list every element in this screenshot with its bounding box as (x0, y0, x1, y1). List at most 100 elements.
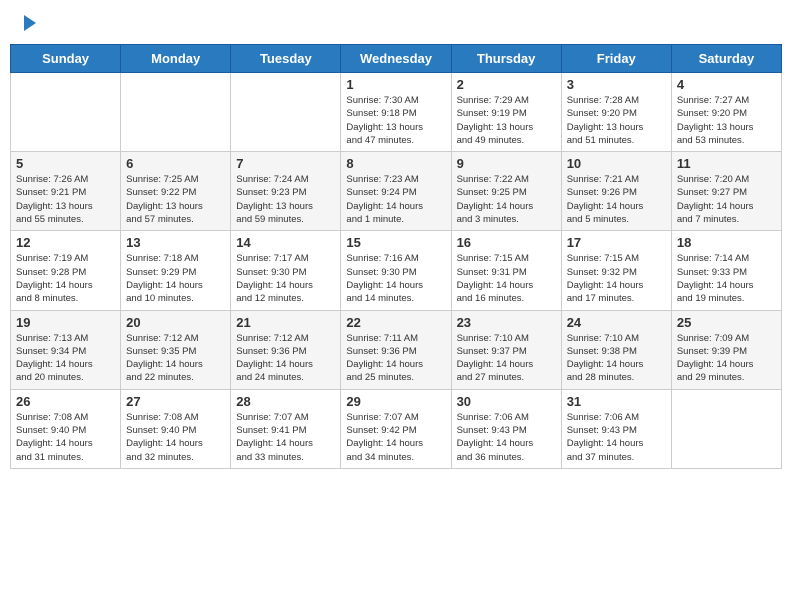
calendar-cell: 15Sunrise: 7:16 AM Sunset: 9:30 PM Dayli… (341, 231, 451, 310)
calendar-cell: 28 Sunrise: 7:07 AM Sunset: 9:41 PM Dayli… (231, 389, 341, 468)
weekday-header-thursday: Thursday (451, 45, 561, 73)
day-number: 27 (126, 394, 225, 409)
day-info: Sunrise: 7:24 AM Sunset: 9:23 PM Dayligh… (236, 173, 335, 226)
calendar-cell: 19 Sunrise: 7:13 AM Sunset: 9:34 PM Dayli… (11, 310, 121, 389)
day-info: Sunrise: 7:07 AM Sunset: 9:42 PM Dayligh… (346, 411, 445, 464)
day-number: 8 (346, 156, 445, 171)
day-number: 16 (457, 235, 556, 250)
calendar-cell: 21 Sunrise: 7:12 AM Sunset: 9:36 PM Dayli… (231, 310, 341, 389)
calendar-cell: 30Sunrise: 7:06 AM Sunset: 9:43 PM Dayli… (451, 389, 561, 468)
calendar-cell: 9Sunrise: 7:22 AM Sunset: 9:25 PM Daylig… (451, 152, 561, 231)
weekday-header-tuesday: Tuesday (231, 45, 341, 73)
calendar-cell: 14 Sunrise: 7:17 AM Sunset: 9:30 PM Dayli… (231, 231, 341, 310)
calendar-cell: 3 Sunrise: 7:28 AM Sunset: 9:20 PM Daylig… (561, 73, 671, 152)
calendar-cell (11, 73, 121, 152)
day-info: Sunrise: 7:11 AM Sunset: 9:36 PM Dayligh… (346, 332, 445, 385)
day-number: 25 (677, 315, 776, 330)
day-number: 7 (236, 156, 335, 171)
calendar-week-row: 19 Sunrise: 7:13 AM Sunset: 9:34 PM Dayli… (11, 310, 782, 389)
calendar-cell: 13 Sunrise: 7:18 AM Sunset: 9:29 PM Dayli… (121, 231, 231, 310)
day-number: 20 (126, 315, 225, 330)
day-number: 1 (346, 77, 445, 92)
calendar-cell: 5 Sunrise: 7:26 AM Sunset: 9:21 PM Daylig… (11, 152, 121, 231)
calendar-cell: 17 Sunrise: 7:15 AM Sunset: 9:32 PM Dayli… (561, 231, 671, 310)
day-number: 6 (126, 156, 225, 171)
calendar-cell: 1 Sunrise: 7:30 AM Sunset: 9:18 PM Daylig… (341, 73, 451, 152)
day-info: Sunrise: 7:10 AM Sunset: 9:38 PM Dayligh… (567, 332, 666, 385)
day-info: Sunrise: 7:15 AM Sunset: 9:32 PM Dayligh… (567, 252, 666, 305)
day-info: Sunrise: 7:22 AM Sunset: 9:25 PM Dayligh… (457, 173, 556, 226)
day-number: 18 (677, 235, 776, 250)
day-number: 4 (677, 77, 776, 92)
day-info: Sunrise: 7:21 AM Sunset: 9:26 PM Dayligh… (567, 173, 666, 226)
calendar-cell (121, 73, 231, 152)
day-info: Sunrise: 7:08 AM Sunset: 9:40 PM Dayligh… (16, 411, 115, 464)
calendar-cell: 18 Sunrise: 7:14 AM Sunset: 9:33 PM Dayli… (671, 231, 781, 310)
calendar-cell: 10 Sunrise: 7:21 AM Sunset: 9:26 PM Dayli… (561, 152, 671, 231)
day-info: Sunrise: 7:30 AM Sunset: 9:18 PM Dayligh… (346, 94, 445, 147)
day-number: 19 (16, 315, 115, 330)
logo-arrow-icon (24, 15, 36, 31)
day-number: 23 (457, 315, 556, 330)
day-info: Sunrise: 7:14 AM Sunset: 9:33 PM Dayligh… (677, 252, 776, 305)
logo (20, 15, 36, 31)
day-number: 13 (126, 235, 225, 250)
day-info: Sunrise: 7:26 AM Sunset: 9:21 PM Dayligh… (16, 173, 115, 226)
day-info: Sunrise: 7:08 AM Sunset: 9:40 PM Dayligh… (126, 411, 225, 464)
day-info: Sunrise: 7:20 AM Sunset: 9:27 PM Dayligh… (677, 173, 776, 226)
calendar-week-row: 5 Sunrise: 7:26 AM Sunset: 9:21 PM Daylig… (11, 152, 782, 231)
calendar-cell (671, 389, 781, 468)
calendar-cell: 27 Sunrise: 7:08 AM Sunset: 9:40 PM Dayli… (121, 389, 231, 468)
calendar-cell: 4 Sunrise: 7:27 AM Sunset: 9:20 PM Daylig… (671, 73, 781, 152)
calendar-cell: 12Sunrise: 7:19 AM Sunset: 9:28 PM Dayli… (11, 231, 121, 310)
day-info: Sunrise: 7:15 AM Sunset: 9:31 PM Dayligh… (457, 252, 556, 305)
calendar-cell: 29 Sunrise: 7:07 AM Sunset: 9:42 PM Dayli… (341, 389, 451, 468)
day-info: Sunrise: 7:06 AM Sunset: 9:43 PM Dayligh… (567, 411, 666, 464)
day-info: Sunrise: 7:12 AM Sunset: 9:36 PM Dayligh… (236, 332, 335, 385)
calendar-cell: 22Sunrise: 7:11 AM Sunset: 9:36 PM Dayli… (341, 310, 451, 389)
day-number: 3 (567, 77, 666, 92)
day-number: 28 (236, 394, 335, 409)
day-info: Sunrise: 7:13 AM Sunset: 9:34 PM Dayligh… (16, 332, 115, 385)
day-number: 29 (346, 394, 445, 409)
calendar-cell: 16 Sunrise: 7:15 AM Sunset: 9:31 PM Dayli… (451, 231, 561, 310)
day-info: Sunrise: 7:25 AM Sunset: 9:22 PM Dayligh… (126, 173, 225, 226)
day-info: Sunrise: 7:06 AM Sunset: 9:43 PM Dayligh… (457, 411, 556, 464)
day-number: 5 (16, 156, 115, 171)
day-number: 17 (567, 235, 666, 250)
page-header (10, 10, 782, 36)
calendar-cell: 25 Sunrise: 7:09 AM Sunset: 9:39 PM Dayli… (671, 310, 781, 389)
calendar-cell: 7 Sunrise: 7:24 AM Sunset: 9:23 PM Daylig… (231, 152, 341, 231)
weekday-header-sunday: Sunday (11, 45, 121, 73)
calendar-cell: 24 Sunrise: 7:10 AM Sunset: 9:38 PM Dayli… (561, 310, 671, 389)
day-info: Sunrise: 7:07 AM Sunset: 9:41 PM Dayligh… (236, 411, 335, 464)
day-number: 24 (567, 315, 666, 330)
day-number: 31 (567, 394, 666, 409)
calendar-cell: 20 Sunrise: 7:12 AM Sunset: 9:35 PM Dayli… (121, 310, 231, 389)
day-number: 21 (236, 315, 335, 330)
weekday-header-friday: Friday (561, 45, 671, 73)
calendar-week-row: 1 Sunrise: 7:30 AM Sunset: 9:18 PM Daylig… (11, 73, 782, 152)
day-info: Sunrise: 7:09 AM Sunset: 9:39 PM Dayligh… (677, 332, 776, 385)
day-info: Sunrise: 7:23 AM Sunset: 9:24 PM Dayligh… (346, 173, 445, 226)
day-info: Sunrise: 7:27 AM Sunset: 9:20 PM Dayligh… (677, 94, 776, 147)
weekday-header-monday: Monday (121, 45, 231, 73)
day-number: 15 (346, 235, 445, 250)
day-number: 11 (677, 156, 776, 171)
calendar-cell (231, 73, 341, 152)
calendar-cell: 31 Sunrise: 7:06 AM Sunset: 9:43 PM Dayli… (561, 389, 671, 468)
weekday-header-saturday: Saturday (671, 45, 781, 73)
day-info: Sunrise: 7:17 AM Sunset: 9:30 PM Dayligh… (236, 252, 335, 305)
weekday-header-wednesday: Wednesday (341, 45, 451, 73)
calendar-cell: 11 Sunrise: 7:20 AM Sunset: 9:27 PM Dayli… (671, 152, 781, 231)
day-number: 14 (236, 235, 335, 250)
day-number: 2 (457, 77, 556, 92)
day-info: Sunrise: 7:18 AM Sunset: 9:29 PM Dayligh… (126, 252, 225, 305)
day-number: 10 (567, 156, 666, 171)
day-info: Sunrise: 7:12 AM Sunset: 9:35 PM Dayligh… (126, 332, 225, 385)
day-info: Sunrise: 7:28 AM Sunset: 9:20 PM Dayligh… (567, 94, 666, 147)
calendar-week-row: 26Sunrise: 7:08 AM Sunset: 9:40 PM Dayli… (11, 389, 782, 468)
day-info: Sunrise: 7:10 AM Sunset: 9:37 PM Dayligh… (457, 332, 556, 385)
calendar-cell: 8 Sunrise: 7:23 AM Sunset: 9:24 PM Daylig… (341, 152, 451, 231)
weekday-header-row: SundayMondayTuesdayWednesdayThursdayFrid… (11, 45, 782, 73)
